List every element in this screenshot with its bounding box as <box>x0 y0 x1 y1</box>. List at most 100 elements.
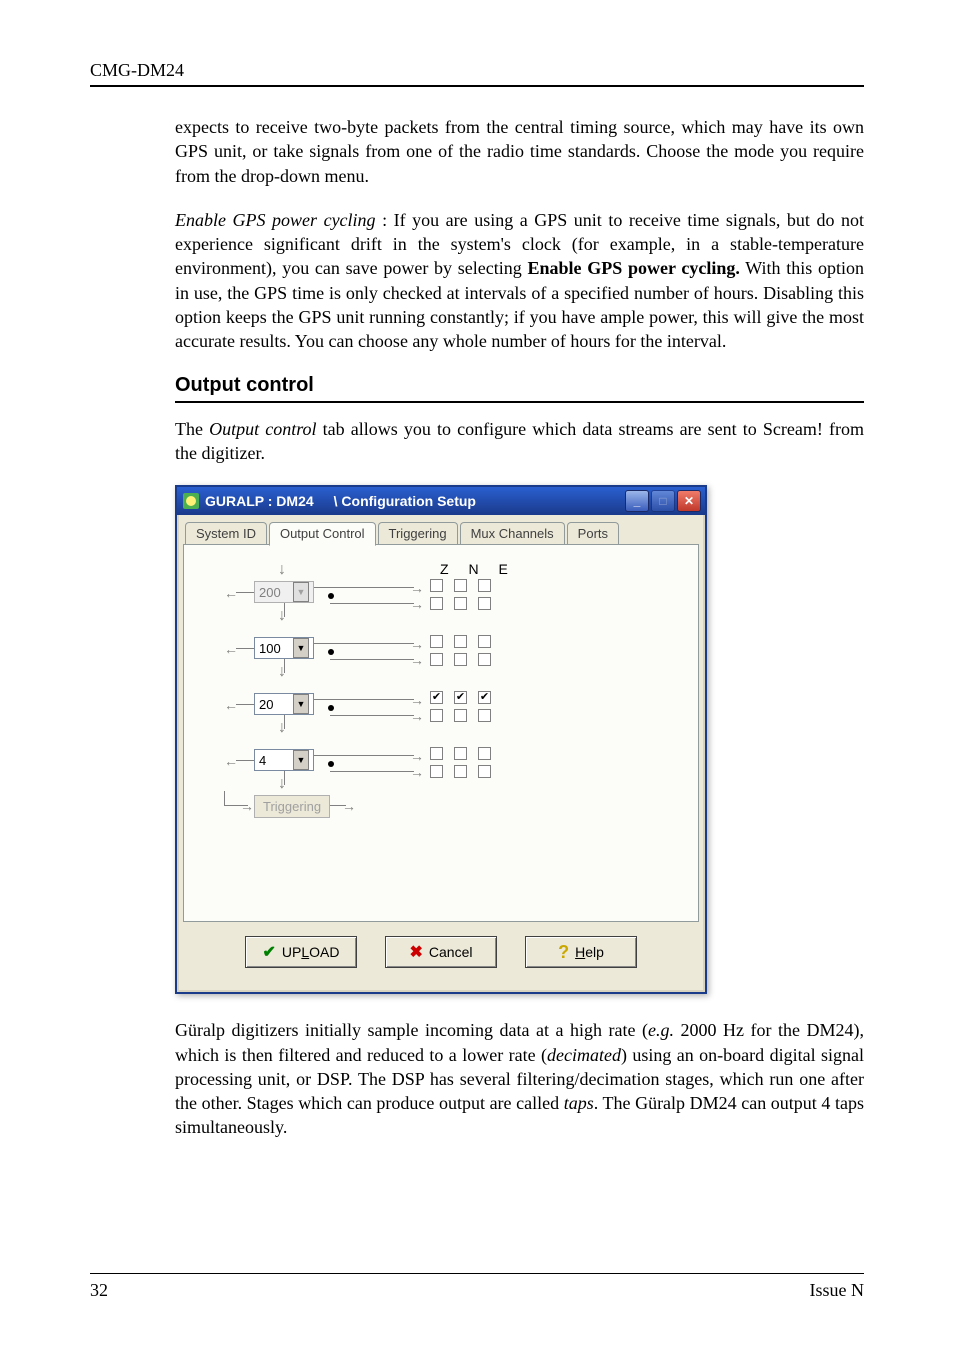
cb-stage1-bot-e[interactable] <box>478 597 491 610</box>
cb-stage3-bot-e[interactable] <box>478 709 491 722</box>
arrow-right-icon: → <box>410 748 424 764</box>
cb-stage2-bot-e[interactable] <box>478 653 491 666</box>
cancel-button[interactable]: ✖ Cancel <box>385 936 497 968</box>
upload-label: UPLOAD <box>282 944 340 960</box>
arrow-right-icon: → <box>410 596 424 612</box>
cb-stage1-top-e[interactable] <box>478 579 491 592</box>
cb-stage3-top-n[interactable] <box>454 691 467 704</box>
question-icon: ? <box>558 942 569 963</box>
para4-taps: taps <box>564 1093 594 1113</box>
upload-button[interactable]: ✔ UPLOAD <box>245 936 357 968</box>
cb-stage4-bot-e[interactable] <box>478 765 491 778</box>
header-left: CMG-DM24 <box>90 60 184 81</box>
tab-mux-channels[interactable]: Mux Channels <box>460 522 565 545</box>
arrow-right-icon: → <box>410 708 424 724</box>
para2-bold: Enable GPS power cycling. <box>527 258 739 278</box>
cb-stage3-top-e[interactable] <box>478 691 491 704</box>
cb-stage3-top-z[interactable] <box>430 691 443 704</box>
arrow-left-icon: ← <box>224 753 238 769</box>
chevron-down-icon[interactable]: ▼ <box>293 750 309 770</box>
rate-value-3: 20 <box>259 697 273 712</box>
output-control-panel: Z N E ↓ ← 200 ▼ ↓ → <box>183 544 699 922</box>
arrow-right-icon: → <box>410 652 424 668</box>
cb-stage2-top-z[interactable] <box>430 635 443 648</box>
footer: 32 Issue N <box>90 1265 864 1301</box>
paragraph-2: Enable GPS power cycling : If you are us… <box>175 208 864 354</box>
cb-stage1-top-n[interactable] <box>454 579 467 592</box>
tab-output-control[interactable]: Output Control <box>269 522 376 546</box>
cancel-label: Cancel <box>429 944 473 960</box>
title-right: \ Configuration Setup <box>334 493 476 509</box>
arrow-left-icon: ← <box>224 697 238 713</box>
arrow-right-icon: → <box>410 692 424 708</box>
cb-stage3-bot-z[interactable] <box>430 709 443 722</box>
cb-stage4-bot-z[interactable] <box>430 765 443 778</box>
arrow-left-icon: ← <box>224 641 238 657</box>
app-icon <box>183 493 199 509</box>
rate-select-4[interactable]: 4▼ <box>254 749 314 771</box>
paragraph-3: The Output control tab allows you to con… <box>175 417 864 466</box>
arrow-left-icon: ← <box>224 585 238 601</box>
rate-value-4: 4 <box>259 753 266 768</box>
cb-stage2-bot-z[interactable] <box>430 653 443 666</box>
rate-value-1: 200 <box>259 585 281 600</box>
flow-arrow-icon: ↓ <box>278 663 286 681</box>
cb-stage2-bot-n[interactable] <box>454 653 467 666</box>
paragraph-4: Güralp digitizers initially sample incom… <box>175 1018 864 1139</box>
para3-italic: Output control <box>209 419 316 439</box>
cb-stage4-top-z[interactable] <box>430 747 443 760</box>
section-title-output-control: Output control <box>175 374 864 397</box>
flow-arrow-icon: ↓ <box>278 775 286 793</box>
tabs-row: System ID Output Control Triggering Mux … <box>185 521 697 545</box>
para4-eg: e.g. <box>648 1020 674 1040</box>
cb-stage4-top-n[interactable] <box>454 747 467 760</box>
help-button[interactable]: ? Help <box>525 936 637 968</box>
rate-select-2[interactable]: 100 ▼ <box>254 637 314 659</box>
issue-label: Issue N <box>810 1280 865 1301</box>
titlebar[interactable]: GURALP : DM24 \ Configuration Setup _ □ … <box>177 487 705 515</box>
rate-value-2: 100 <box>259 641 281 656</box>
cb-stage1-bot-z[interactable] <box>430 597 443 610</box>
arrow-right-icon: → <box>342 798 356 814</box>
flow-arrow-icon: ↓ <box>278 561 286 579</box>
paragraph-1: expects to receive two-byte packets from… <box>175 115 864 188</box>
rate-select-3[interactable]: 20 ▼ <box>254 693 314 715</box>
arrow-right-icon: → <box>410 764 424 780</box>
cb-stage1-bot-n[interactable] <box>454 597 467 610</box>
check-icon: ✔ <box>263 942 276 962</box>
cb-stage1-top-z[interactable] <box>430 579 443 592</box>
para4-dec: decimated <box>547 1045 621 1065</box>
x-icon: ✖ <box>410 942 423 962</box>
flow-arrow-icon: ↓ <box>278 607 286 625</box>
minimize-button[interactable]: _ <box>625 490 649 512</box>
flow-arrow-icon: ↓ <box>278 719 286 737</box>
para4-a: Güralp digitizers initially sample incom… <box>175 1020 648 1040</box>
title-left: GURALP : DM24 <box>205 493 314 509</box>
section-rule <box>175 401 864 403</box>
arrow-right-icon: → <box>410 580 424 596</box>
close-button[interactable]: ✕ <box>677 490 701 512</box>
zne-header: Z N E <box>440 561 516 577</box>
tab-ports[interactable]: Ports <box>567 522 619 545</box>
tab-system-id[interactable]: System ID <box>185 522 267 545</box>
chevron-down-icon[interactable]: ▼ <box>293 638 309 658</box>
configuration-setup-dialog: GURALP : DM24 \ Configuration Setup _ □ … <box>175 485 707 994</box>
para2-italic: Enable GPS power cycling <box>175 210 376 230</box>
chevron-down-icon: ▼ <box>293 582 309 602</box>
arrow-right-icon: → <box>240 798 254 814</box>
triggering-button: Triggering <box>254 795 330 818</box>
cb-stage2-top-e[interactable] <box>478 635 491 648</box>
help-label: Help <box>575 944 604 960</box>
cb-stage2-top-n[interactable] <box>454 635 467 648</box>
cb-stage3-bot-n[interactable] <box>454 709 467 722</box>
page-number: 32 <box>90 1280 108 1301</box>
chevron-down-icon[interactable]: ▼ <box>293 694 309 714</box>
rate-select-1: 200 ▼ <box>254 581 314 603</box>
cb-stage4-top-e[interactable] <box>478 747 491 760</box>
arrow-right-icon: → <box>410 636 424 652</box>
tab-triggering[interactable]: Triggering <box>378 522 458 545</box>
header-rule <box>90 85 864 87</box>
para3-a: The <box>175 419 209 439</box>
cb-stage4-bot-n[interactable] <box>454 765 467 778</box>
maximize-button: □ <box>651 490 675 512</box>
